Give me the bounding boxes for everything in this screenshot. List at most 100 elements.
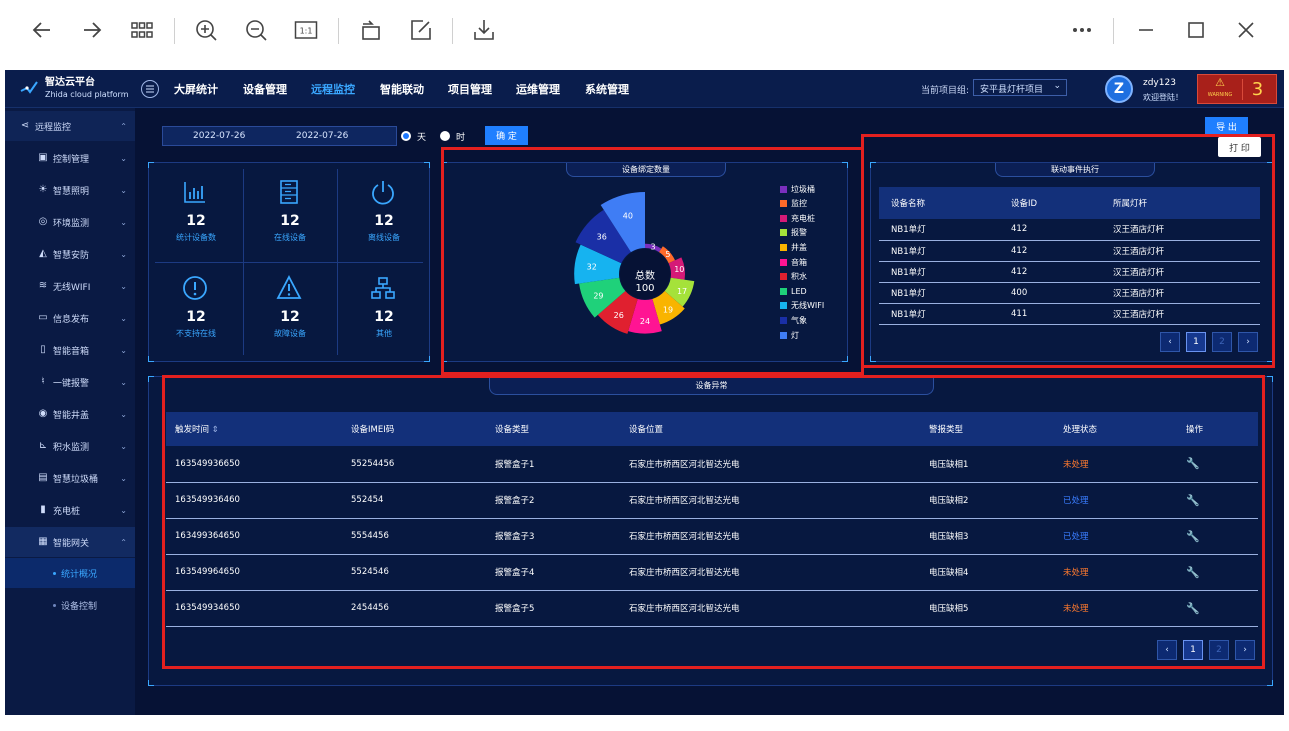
menu-toggle-icon[interactable] bbox=[141, 80, 159, 98]
sidebar-item-info-publish[interactable]: ▭ 信息发布 ⌄ bbox=[5, 303, 135, 333]
start-date[interactable]: 2022-07-26 bbox=[193, 131, 245, 141]
sidebar-item-manhole[interactable]: ◉ 智能井盖 ⌄ bbox=[5, 399, 135, 429]
page-button[interactable]: 1 bbox=[1186, 332, 1206, 352]
table-row[interactable]: NB1单灯 411 汉王酒店灯杆 bbox=[879, 303, 1260, 325]
zoom-in-icon[interactable] bbox=[190, 14, 222, 46]
legend-item[interactable]: 监控 bbox=[780, 198, 807, 210]
table-row[interactable]: 163549936460 552454 报警盒子2 石家庄市桥西区河北智达光电 电压缺相… bbox=[166, 482, 1258, 519]
legend-item[interactable]: 报警 bbox=[780, 227, 807, 239]
legend-item[interactable]: 井盖 bbox=[780, 241, 807, 253]
sidebar-item-trash[interactable]: ▤ 智慧垃圾桶 ⌄ bbox=[5, 463, 135, 493]
end-date[interactable]: 2022-07-26 bbox=[296, 131, 348, 141]
sidebar-item-lighting[interactable]: ☀ 智慧照明 ⌄ bbox=[5, 175, 135, 205]
table-row[interactable]: NB1单灯 400 汉王酒店灯杆 bbox=[879, 282, 1260, 304]
next-page-icon[interactable]: › bbox=[1238, 332, 1258, 352]
warning-icon: ⚠ WARNING bbox=[1198, 77, 1242, 101]
legend-label: 音箱 bbox=[791, 257, 807, 267]
table-row[interactable]: 163549934650 2454456 报警盒子5 石家庄市桥西区河北智达光电 电压缺… bbox=[166, 590, 1258, 627]
page-button[interactable]: 2 bbox=[1209, 640, 1229, 660]
page-button[interactable]: 1 bbox=[1183, 640, 1203, 660]
print-button[interactable]: 打 印 bbox=[1218, 137, 1261, 157]
radio-hour[interactable] bbox=[440, 131, 450, 141]
next-page-icon[interactable]: › bbox=[1235, 640, 1255, 660]
back-arrow-icon[interactable] bbox=[26, 14, 58, 46]
nav-ops-management[interactable]: 运维管理 bbox=[516, 81, 560, 97]
more-icon[interactable] bbox=[1066, 14, 1098, 46]
table-cell: 汉王酒店灯杆 bbox=[1101, 219, 1260, 241]
table-row[interactable]: NB1单灯 412 汉王酒店灯杆 bbox=[879, 261, 1260, 283]
sort-icon[interactable]: ⇕ bbox=[212, 425, 219, 435]
sidebar-item-label: 智能网关 bbox=[53, 538, 90, 549]
table-cell: NB1单灯 bbox=[879, 219, 999, 241]
confirm-button[interactable]: 确 定 bbox=[485, 126, 528, 145]
legend-swatch bbox=[780, 331, 787, 339]
export-button[interactable]: 导 出 bbox=[1205, 117, 1248, 135]
sidebar-item-label: 智慧安防 bbox=[53, 250, 90, 261]
sidebar-item-water[interactable]: ⊾ 积水监测 ⌄ bbox=[5, 431, 135, 461]
panel-corner bbox=[1267, 376, 1273, 382]
legend-item[interactable]: 充电桩 bbox=[780, 212, 815, 224]
speaker-icon: ▯ bbox=[40, 344, 46, 355]
nav-project-management[interactable]: 项目管理 bbox=[448, 81, 492, 97]
prev-page-icon[interactable]: ‹ bbox=[1157, 640, 1177, 660]
radio-day[interactable] bbox=[401, 131, 411, 141]
sidebar-item-speaker[interactable]: ▯ 智能音箱 ⌄ bbox=[5, 335, 135, 365]
forward-arrow-icon[interactable] bbox=[76, 14, 108, 46]
table-row[interactable]: 163549936650 55254456 报警盒子1 石家庄市桥西区河北智达光电 电压… bbox=[166, 446, 1258, 483]
logo-icon bbox=[20, 80, 38, 94]
download-icon[interactable] bbox=[468, 14, 500, 46]
sidebar-item-security[interactable]: ◭ 智慧安防 ⌄ bbox=[5, 239, 135, 269]
wrench-icon[interactable]: 🔧 bbox=[1186, 494, 1200, 507]
maximize-icon[interactable] bbox=[1180, 14, 1212, 46]
legend-item[interactable]: 灯 bbox=[780, 329, 799, 341]
rotate-icon[interactable] bbox=[355, 14, 387, 46]
page-button[interactable]: 2 bbox=[1212, 332, 1232, 352]
column-header-trigger-time[interactable]: 触发时间 ⇕ bbox=[166, 412, 342, 446]
legend-item[interactable]: 气象 bbox=[780, 314, 807, 326]
date-range-picker[interactable]: 2022-07-26 2022-07-26 bbox=[162, 126, 397, 146]
table-row[interactable]: NB1单灯 412 汉王酒店灯杆 bbox=[879, 219, 1260, 241]
sidebar-item-environment[interactable]: ◎ 环境监测 ⌄ bbox=[5, 207, 135, 237]
table-cell: NB1单灯 bbox=[879, 240, 999, 262]
table-row[interactable]: NB1单灯 412 汉王酒店灯杆 bbox=[879, 240, 1260, 262]
grid-view-icon[interactable] bbox=[126, 14, 158, 46]
sidebar-item-charger[interactable]: ▮ 充电桩 ⌄ bbox=[5, 495, 135, 525]
wrench-icon[interactable]: 🔧 bbox=[1186, 457, 1200, 470]
nav-smart-linkage[interactable]: 智能联动 bbox=[380, 81, 424, 97]
nav-system-management[interactable]: 系统管理 bbox=[585, 81, 629, 97]
wrench-icon[interactable]: 🔧 bbox=[1186, 566, 1200, 579]
legend-swatch bbox=[780, 185, 787, 193]
legend-item[interactable]: 音箱 bbox=[780, 256, 807, 268]
sidebar-item-control[interactable]: ▣ 控制管理 ⌄ bbox=[5, 143, 135, 173]
logo[interactable]: 智达云平台 Zhida cloud platform bbox=[19, 77, 129, 100]
sidebar-item-gateway[interactable]: ▦ 智能网关 ⌃ bbox=[5, 527, 135, 557]
sidebar-item-alarm[interactable]: ♮ 一键报警 ⌄ bbox=[5, 367, 135, 397]
logo-subtitle: Zhida cloud platform bbox=[45, 90, 129, 99]
sidebar-subitem-device-control[interactable]: 设备控制 bbox=[5, 590, 135, 620]
project-select[interactable]: 安平县灯杆项目 ⌄ bbox=[973, 79, 1067, 96]
actual-size-icon[interactable]: 1:1 bbox=[290, 14, 322, 46]
legend-item[interactable]: 无线WIFI bbox=[780, 300, 824, 312]
minimize-icon[interactable] bbox=[1130, 14, 1162, 46]
legend-item[interactable]: 积水 bbox=[780, 271, 807, 283]
sidebar-header-remote-monitoring[interactable]: ⋖ 远程监控 ⌃ bbox=[5, 111, 135, 141]
wrench-icon[interactable]: 🔧 bbox=[1186, 602, 1200, 615]
nav-remote-monitoring[interactable]: 远程监控 bbox=[311, 81, 355, 97]
sidebar-item-wifi[interactable]: ≋ 无线WIFI ⌄ bbox=[5, 271, 135, 301]
prev-page-icon[interactable]: ‹ bbox=[1160, 332, 1180, 352]
table-row[interactable]: 163549964650 5524546 报警盒子4 石家庄市桥西区河北智达光电 电压缺… bbox=[166, 554, 1258, 591]
close-icon[interactable] bbox=[1230, 14, 1262, 46]
sidebar-subitem-statistics[interactable]: 统计概况 bbox=[5, 558, 135, 588]
table-header-row: 触发时间 ⇕ 设备IMEI码 设备类型 设备位置 警报类型 处理状态 操作 bbox=[166, 412, 1258, 446]
legend-item[interactable]: 垃圾桶 bbox=[780, 183, 815, 195]
warning-badge[interactable]: ⚠ WARNING 3 bbox=[1197, 74, 1277, 104]
nav-device-management[interactable]: 设备管理 bbox=[243, 81, 287, 97]
nav-big-screen[interactable]: 大屏统计 bbox=[174, 81, 218, 97]
legend-item[interactable]: LED bbox=[780, 285, 807, 297]
edit-icon[interactable] bbox=[405, 14, 437, 46]
wrench-icon[interactable]: 🔧 bbox=[1186, 530, 1200, 543]
avatar[interactable]: Z bbox=[1105, 75, 1133, 103]
table-row[interactable]: 163499364650 5554456 报警盒子3 石家庄市桥西区河北智达光电 电压缺… bbox=[166, 518, 1258, 555]
zoom-out-icon[interactable] bbox=[240, 14, 272, 46]
status-badge: 已处理 bbox=[1054, 482, 1177, 519]
